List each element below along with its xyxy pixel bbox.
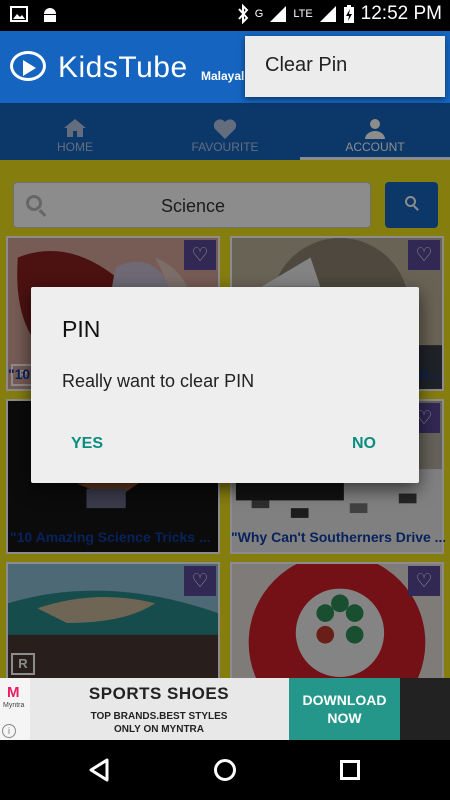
- dialog-message: Really want to clear PIN: [62, 371, 255, 391]
- yes-button[interactable]: YES: [56, 429, 118, 459]
- menu-item-clear-pin[interactable]: Clear Pin: [245, 36, 445, 97]
- back-icon[interactable]: [88, 758, 110, 782]
- ad-brand-name: Myntra: [3, 702, 25, 709]
- ad-image: [400, 678, 450, 740]
- overflow-menu: Clear Pin: [245, 36, 445, 97]
- signal-icon: [270, 6, 287, 22]
- ad-banner[interactable]: M Myntra i SPORTS SHOES TOP BRANDS.BEST …: [0, 678, 450, 740]
- home-button-icon[interactable]: [214, 759, 236, 781]
- lte-label: LTE: [293, 8, 313, 20]
- recents-icon[interactable]: [340, 760, 360, 780]
- gallery-icon: [10, 6, 28, 22]
- ad-subline: TOP BRANDS.BEST STYLES: [90, 711, 228, 722]
- dialog-title: PIN: [62, 316, 101, 342]
- ad-cta-label: NOW: [327, 710, 362, 726]
- signal-icon-2: [319, 6, 336, 22]
- android-icon: [44, 8, 56, 22]
- ad-cta-label: DOWNLOAD: [302, 692, 387, 708]
- status-bar: G LTE 12:52 PM: [0, 0, 450, 31]
- bluetooth-icon: [238, 4, 249, 24]
- ad-info-icon[interactable]: i: [2, 724, 16, 738]
- clock: 12:52 PM: [360, 3, 442, 24]
- system-nav-bar: [0, 740, 450, 800]
- clear-pin-dialog: PIN Really want to clear PIN YES NO: [31, 287, 419, 483]
- ad-headline: SPORTS SHOES: [88, 684, 230, 703]
- network-type-label: G: [254, 8, 264, 20]
- battery-charging-icon: [343, 5, 354, 23]
- ad-brand-letter: M: [7, 684, 20, 701]
- ad-subline: ONLY ON MYNTRA: [113, 724, 204, 735]
- no-button[interactable]: NO: [336, 429, 392, 459]
- ad-download-button[interactable]: DOWNLOAD NOW: [289, 678, 400, 740]
